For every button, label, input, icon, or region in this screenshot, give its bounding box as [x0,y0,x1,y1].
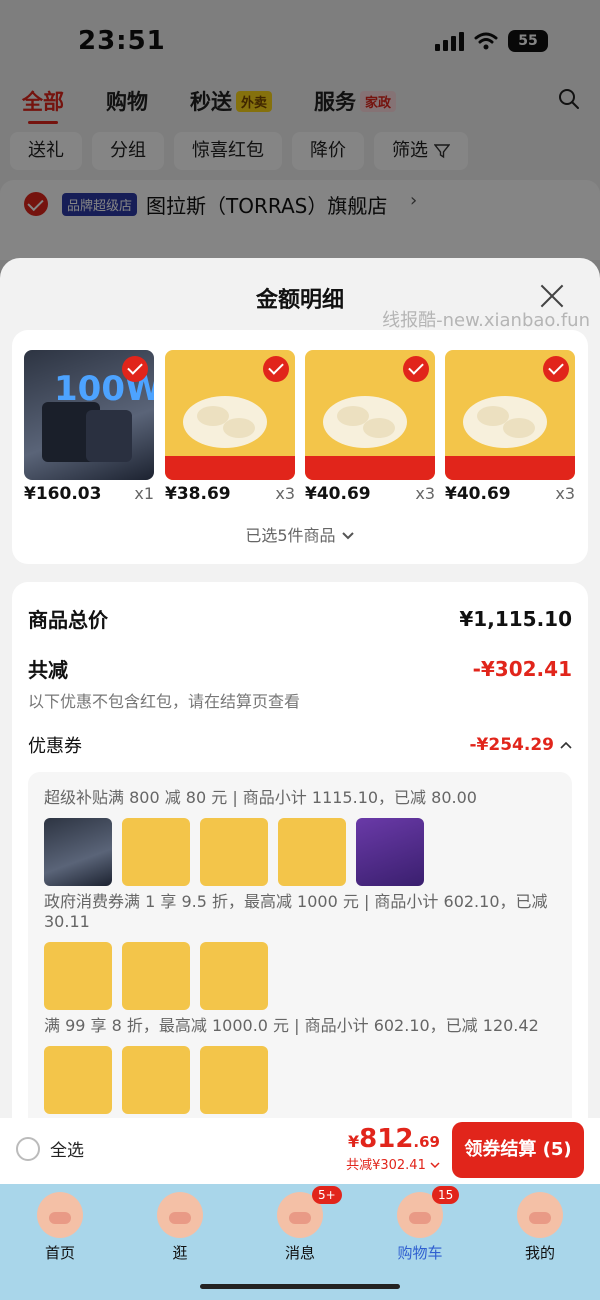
nav-browse[interactable]: 逛 [120,1184,240,1300]
coupon-value: -¥254.29 [469,735,555,755]
browse-mascot-icon [157,1192,203,1238]
home-mascot-icon [37,1192,83,1238]
selected-check-icon [543,356,569,382]
product-thumb [44,942,112,1010]
selected-check-icon [263,356,289,382]
coupon-products [44,818,424,886]
home-indicator [200,1284,400,1289]
checkout-button[interactable]: 领券结算 (5) [452,1122,584,1178]
chevron-down-icon [430,1162,440,1169]
discount-label: 共减 [28,658,68,682]
product-price: ¥160.03 [24,484,102,504]
product-price: ¥40.69 [445,484,511,504]
product-qty: x1 [134,484,154,503]
coupon-line: 超级补贴满 800 减 80 元 | 商品小计 1115.10，已减 80.00 [44,788,477,807]
product-image [305,350,435,480]
product-thumb [200,1046,268,1114]
nav-cart[interactable]: 15 购物车 [360,1184,480,1300]
product-price: ¥40.69 [305,484,371,504]
product-item[interactable]: ¥38.69 x3 [165,350,295,504]
amount-detail-sheet: 金额明细 线报酷-new.xianbao.fun 100W ¥160.03x1 [0,258,600,1118]
chevron-down-icon [341,532,354,540]
product-qty: x3 [555,484,575,503]
product-thumb [44,818,112,886]
nav-profile[interactable]: 我的 [480,1184,600,1300]
product-item[interactable]: 100W ¥160.03 x1 [24,350,154,504]
product-thumb [356,818,424,886]
product-thumb [200,818,268,886]
nav-home[interactable]: 首页 [0,1184,120,1300]
product-image [165,350,295,480]
price-details-card: 商品总价 ¥1,115.10 共减 -¥302.41 以下优惠不包含红包，请在结… [12,582,588,1118]
selected-check-icon [403,356,429,382]
chevron-up-icon [560,741,572,749]
products-card: 100W ¥160.03 x1 ¥38.69 x3 ¥40.69 x3 ¥40.… [12,330,588,564]
product-thumb [122,1046,190,1114]
selected-check-icon [122,356,148,382]
coupon-products [44,1046,268,1114]
product-qty: x3 [415,484,435,503]
selected-count-toggle[interactable]: 已选5件商品 [12,522,588,546]
coupon-breakdown: 超级补贴满 800 减 80 元 | 商品小计 1115.10，已减 80.00… [28,772,572,1118]
select-all-toggle[interactable]: 全选 [16,1136,84,1161]
product-thumb [44,1046,112,1114]
total-summary[interactable]: ¥812.69 共减¥302.41 [346,1124,440,1173]
product-thumb [278,818,346,886]
coupon-line: 满 99 享 8 折，最高减 1000.0 元 | 商品小计 602.10，已减… [44,1016,539,1035]
select-all-label: 全选 [50,1141,84,1161]
total-saved: 共减¥302.41 [346,1154,440,1173]
product-thumb [200,942,268,1010]
coupon-label: 优惠券 [28,736,82,757]
bottom-nav: 首页 逛 5+ 消息 15 购物车 我的 [0,1184,600,1300]
product-qty: x3 [275,484,295,503]
watermark: 线报酷-new.xianbao.fun [382,310,590,331]
coupon-line: 政府消费券满 1 享 9.5 折，最高减 1000 元 | 商品小计 602.1… [44,892,548,931]
subtotal-label: 商品总价 [28,608,108,632]
selected-count-label: 已选5件商品 [245,526,336,545]
nav-messages[interactable]: 5+ 消息 [240,1184,360,1300]
discount-value: -¥302.41 [472,656,572,681]
checkout-bar: 全选 ¥812.69 共减¥302.41 领券结算 (5) [0,1118,600,1184]
discount-note: 以下优惠不包含红包，请在结算页查看 [28,692,301,711]
coupon-row[interactable]: 优惠券 -¥254.29 [28,732,572,758]
subtotal-value: ¥1,115.10 [459,606,572,631]
product-image: 100W [24,350,154,480]
product-image [445,350,575,480]
cart-badge: 15 [432,1186,460,1204]
product-item[interactable]: ¥40.69 x3 [305,350,435,504]
total-price: ¥812.69 [348,1124,440,1154]
select-all-radio[interactable] [16,1136,40,1161]
product-price: ¥38.69 [165,484,231,504]
profile-mascot-icon [517,1192,563,1238]
messages-badge: 5+ [312,1186,342,1204]
product-thumb [122,942,190,1010]
product-item[interactable]: ¥40.69 x3 [445,350,575,504]
coupon-products [44,942,268,1010]
product-thumb [122,818,190,886]
